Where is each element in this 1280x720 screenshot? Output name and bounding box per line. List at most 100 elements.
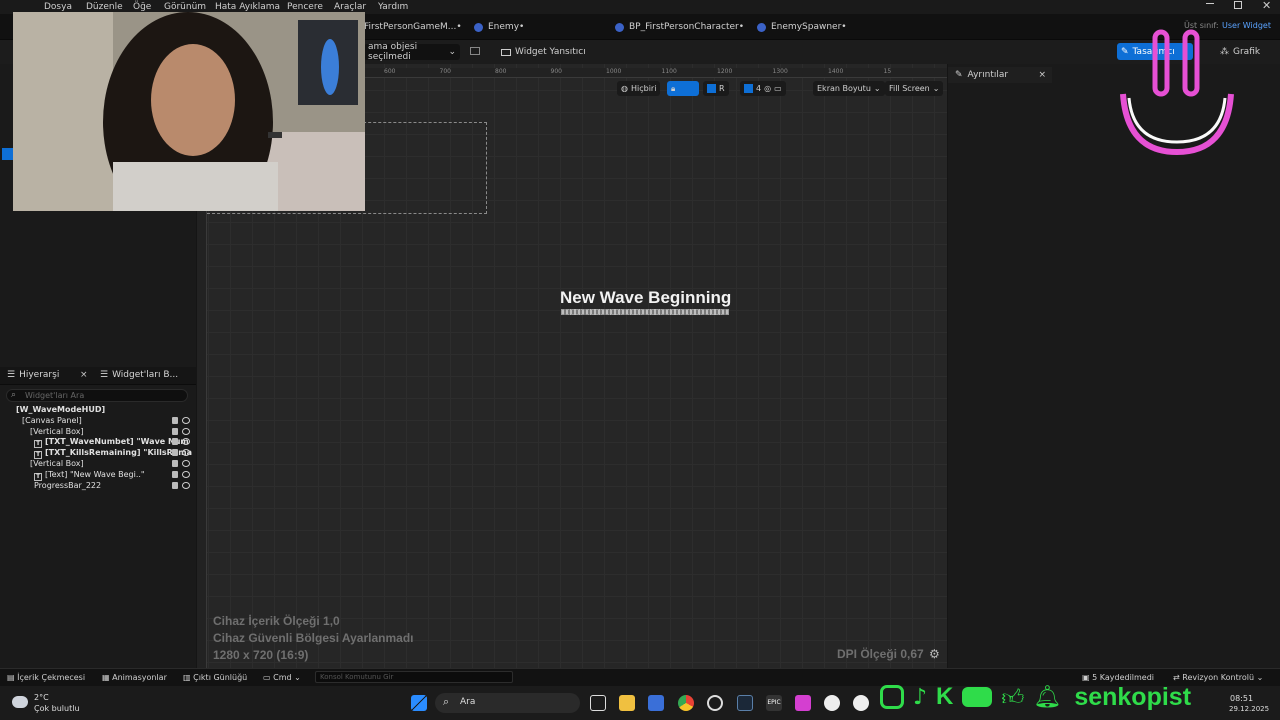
- weather-desc[interactable]: Çok bulutlu: [34, 704, 80, 713]
- animations-button[interactable]: ▦ Animasyonlar: [102, 673, 167, 682]
- obs-icon[interactable]: [707, 695, 723, 711]
- lock-icon[interactable]: [172, 460, 178, 467]
- tree-row-label: [Canvas Panel]: [22, 415, 82, 425]
- tab-game-mode[interactable]: FirstPersonGameM...•: [364, 19, 462, 35]
- search-icon: ⌕: [11, 390, 17, 400]
- ruler-tick-label: 1200: [717, 68, 733, 75]
- restore-icon[interactable]: [1234, 1, 1242, 9]
- eye-icon[interactable]: [182, 438, 190, 446]
- lock-icon[interactable]: [172, 470, 178, 478]
- steam-icon[interactable]: [737, 695, 753, 711]
- app-icon[interactable]: [795, 695, 811, 711]
- output-log-button[interactable]: ▥ Çıktı Günlüğü: [183, 673, 247, 682]
- tree-row[interactable]: [Vertical Box]: [0, 427, 196, 438]
- eye-icon[interactable]: [182, 481, 190, 489]
- lock-icon[interactable]: [172, 427, 178, 435]
- eye-icon[interactable]: [182, 427, 190, 435]
- close-details-icon[interactable]: ×: [1038, 70, 1046, 80]
- epic-games-icon[interactable]: EPIC: [766, 695, 782, 711]
- cmd-dropdown[interactable]: ▭ Cmd ⌄: [263, 673, 301, 682]
- unsaved-button[interactable]: ▣ 5 Kaydedilmedi: [1082, 673, 1154, 682]
- ruler-tick-label: 700: [439, 68, 451, 75]
- tree-row[interactable]: T [TXT_WaveNumbet] "Wave Num: [0, 437, 196, 449]
- windows-start-icon[interactable]: [411, 695, 427, 711]
- tab-fp-character[interactable]: BP_FirstPersonCharacter•: [615, 19, 744, 35]
- tiktok-icon: ♪: [913, 684, 928, 710]
- chrome-icon[interactable]: [678, 695, 694, 711]
- tree-row[interactable]: T [TXT_KillsRemaining] "KillsRema: [0, 448, 196, 460]
- content-drawer-button[interactable]: ▤ İçerik Çekmecesi: [7, 673, 85, 682]
- widget-search-input[interactable]: Widget'ları Ara: [6, 389, 188, 402]
- eye-icon[interactable]: [182, 460, 190, 467]
- resolution-info: 1280 x 720 (16:9): [213, 648, 309, 662]
- bell-icon: 🔔︎: [1033, 684, 1062, 710]
- blueprint-icon: [615, 22, 624, 32]
- clock-date[interactable]: 29.12.2025: [1229, 705, 1269, 713]
- folder-icon[interactable]: [619, 695, 635, 711]
- console-input[interactable]: Konsol Komutunu Gir: [315, 671, 513, 683]
- kick-icon: K: [936, 683, 954, 710]
- menu-window[interactable]: Pencere: [287, 2, 323, 12]
- chevron-down-icon: ⌄: [932, 84, 940, 93]
- grid-snap-control[interactable]: 4 ◎ ▭: [740, 81, 786, 96]
- tab-widget-library[interactable]: ☰ Widget'ları B...: [100, 370, 178, 380]
- tree-row-label: [Vertical Box]: [30, 459, 84, 468]
- minimize-icon[interactable]: [1206, 3, 1214, 4]
- clock-time[interactable]: 08:51: [1230, 694, 1253, 703]
- unreal-icon-2[interactable]: [853, 695, 869, 711]
- menu-asset[interactable]: Öğe: [133, 2, 151, 12]
- content-scale-info: Cihaz İçerik Ölçeği 1,0: [213, 614, 340, 628]
- menu-edit[interactable]: Düzenle: [86, 2, 123, 12]
- menu-file[interactable]: Dosya: [44, 2, 72, 12]
- wave-text-widget[interactable]: New Wave Beginning: [560, 288, 731, 308]
- anchor-none-button[interactable]: ◍ Hiçbiri: [617, 81, 661, 96]
- gear-icon[interactable]: ⚙: [929, 647, 940, 661]
- task-view-icon[interactable]: [590, 695, 606, 711]
- lock-icon[interactable]: [172, 449, 178, 457]
- tab-enemy-spawner[interactable]: EnemySpawner•: [757, 19, 847, 35]
- tab-enemy[interactable]: Enemy•: [474, 19, 524, 35]
- browse-icon[interactable]: [470, 47, 480, 55]
- tree-row[interactable]: T [Text] "New Wave Begi..": [0, 470, 196, 481]
- tab-hierarchy[interactable]: ☰ Hiyerarşi: [7, 370, 59, 380]
- ruler-tick-label: 800: [495, 68, 507, 75]
- list-icon: ☰: [100, 370, 109, 380]
- widget-reflector-button[interactable]: Widget Yansıtıcı: [497, 44, 590, 60]
- lock-toggle[interactable]: 🔒︎: [667, 81, 699, 96]
- close-hierarchy-icon[interactable]: ×: [80, 370, 88, 380]
- ruler-tick-label: 1300: [772, 68, 788, 75]
- eye-icon[interactable]: [182, 416, 190, 424]
- respect-locks-toggle[interactable]: R: [703, 81, 729, 96]
- lock-icon[interactable]: [172, 438, 178, 446]
- progress-bar-widget[interactable]: [561, 309, 729, 315]
- unreal-icon[interactable]: [824, 695, 840, 711]
- tree-row[interactable]: [Canvas Panel]: [0, 416, 196, 427]
- menu-debug[interactable]: Hata Ayıklama: [215, 2, 280, 12]
- blueprint-icon: [757, 22, 766, 32]
- screen-size-dropdown[interactable]: Ekran Boyutu ⌄: [813, 81, 885, 96]
- revision-control-button[interactable]: ⇄ Revizyon Kontrolü ⌄: [1173, 673, 1263, 682]
- ruler-tick-label: 1400: [828, 68, 844, 75]
- zoom-icon: ◎: [764, 84, 772, 93]
- close-window-icon[interactable]: ✕: [1262, 0, 1271, 12]
- layout-icon: [707, 84, 716, 93]
- tree-row[interactable]: [W_WaveModeHUD]: [0, 405, 196, 416]
- taskbar-search[interactable]: Ara: [435, 693, 580, 713]
- weather-temp[interactable]: 2°C: [34, 693, 49, 702]
- tree-row-label: [Vertical Box]: [30, 426, 84, 436]
- tab-details[interactable]: ✎ Ayrıntılar ×: [948, 67, 1052, 83]
- menu-tools[interactable]: Araçlar: [334, 2, 366, 12]
- tree-row[interactable]: ProgressBar_222: [0, 481, 196, 492]
- webcam-feed-image: [13, 12, 365, 211]
- tree-row[interactable]: [Vertical Box]: [0, 459, 196, 470]
- lock-icon[interactable]: [172, 416, 178, 424]
- debug-object-select[interactable]: ama objesi seçilmedi ⌄: [364, 42, 460, 62]
- eye-icon[interactable]: [182, 470, 190, 478]
- store-icon[interactable]: [648, 695, 664, 711]
- lock-icon[interactable]: [172, 481, 178, 489]
- menu-help[interactable]: Yardım: [378, 2, 408, 12]
- ruler-tick-label: 600: [384, 68, 396, 75]
- fill-screen-dropdown[interactable]: Fill Screen ⌄: [885, 81, 944, 96]
- menu-view[interactable]: Görünüm: [164, 2, 206, 12]
- progress-fill: [562, 310, 728, 314]
